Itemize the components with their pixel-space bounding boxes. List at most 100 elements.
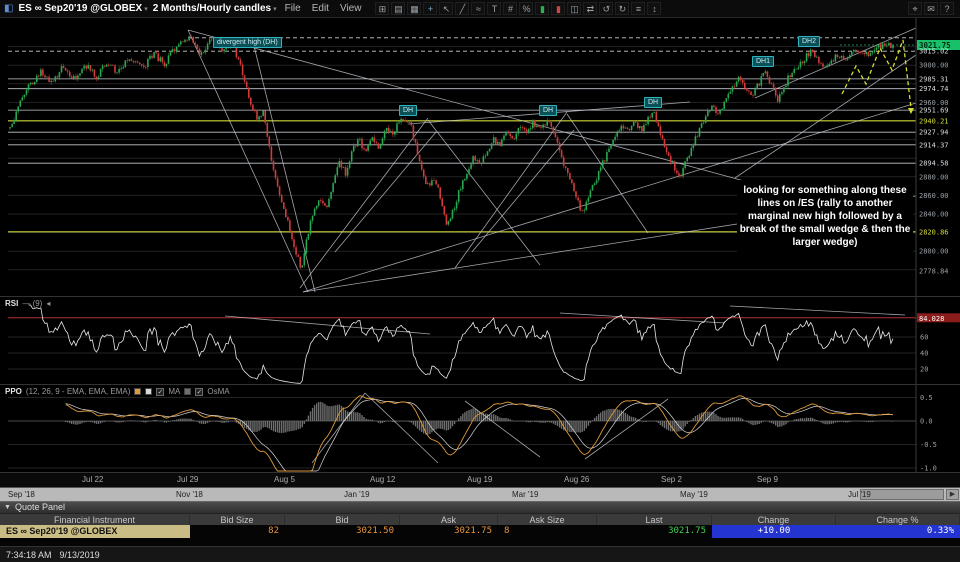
instrument-cell[interactable]: ES ∞ Sep20'19 @GLOBEX xyxy=(0,525,190,538)
divergent-high-label[interactable]: DH xyxy=(539,105,558,116)
symbol-selector[interactable]: ES ∞ Sep20'19 @GLOBEX ▾ xyxy=(18,3,147,14)
divergent-high-label[interactable]: DH1 xyxy=(752,56,775,67)
target-icon[interactable]: ⌖ xyxy=(908,2,922,15)
ppo-plot[interactable]: 0.5 0.0 -0.5 -1.0 xyxy=(0,385,960,472)
timeline-scrollbar[interactable]: ▶ Sep '18 Nov '18 Jan '19 Mar '19 May '19 Jul… xyxy=(0,487,960,501)
text-tool-icon[interactable]: T xyxy=(487,2,502,15)
svg-text:0.5: 0.5 xyxy=(920,394,933,402)
price-chart-panel[interactable]: 3021.75 3015.02 3000.00 2985.31 2974.74 2960.… xyxy=(0,18,960,296)
ppo-title: PPO xyxy=(5,387,22,396)
date-axis-label: Aug 12 xyxy=(370,475,396,484)
col-financial-instrument[interactable]: Financial Instrument xyxy=(0,514,190,525)
quote-panel-header[interactable]: ▼ Quote Panel xyxy=(0,501,960,513)
candle-down-icon[interactable]: ▮ xyxy=(551,2,566,15)
col-ask[interactable]: Ask xyxy=(400,514,498,525)
timeframe-label: 2 Months/Hourly candles xyxy=(152,3,272,14)
split-view-icon[interactable]: ◫ xyxy=(567,2,582,15)
candle-up-icon[interactable]: ▮ xyxy=(535,2,550,15)
col-ask-size[interactable]: Ask Size xyxy=(498,514,597,525)
crosshair-icon[interactable]: + xyxy=(423,2,438,15)
grid-icon[interactable]: ▦ xyxy=(407,2,422,15)
menu-file[interactable]: File xyxy=(282,3,304,14)
col-change[interactable]: Change xyxy=(712,514,836,525)
percent-tool-icon[interactable]: % xyxy=(519,2,534,15)
rsi-panel[interactable]: 60 40 20 84.028 RSI — (9) ◂ xyxy=(0,296,960,384)
scrollbar-date-label: Nov '18 xyxy=(176,490,203,499)
date-axis-label: Sep 9 xyxy=(757,475,778,484)
osma-label: OsMA xyxy=(207,387,230,396)
scrollbar-thumb[interactable] xyxy=(860,489,944,500)
col-bid[interactable]: Bid xyxy=(285,514,400,525)
change-cell: +10.00 xyxy=(712,525,836,538)
quote-columns-header: Financial Instrument Bid Size Bid Ask As… xyxy=(0,513,960,525)
menu-view[interactable]: View xyxy=(337,3,365,14)
svg-text:40: 40 xyxy=(920,350,928,358)
col-change-pct[interactable]: Change % xyxy=(836,514,960,525)
pointer-icon[interactable]: ↖ xyxy=(439,2,454,15)
ppo-line-color-chip[interactable] xyxy=(134,388,142,395)
ask-cell: 3021.75 xyxy=(454,526,492,536)
scrollbar-date-label: Mar '19 xyxy=(512,490,539,499)
toolbar-icon-strip: ⊞ ▤ ▦ + ↖ ╱ ≈ T #% ▮ ▮ ◫ ⇄ ↺ ↻ ≡ ↕ xyxy=(375,2,662,15)
chevron-down-icon: ▾ xyxy=(273,5,277,13)
resize-icon[interactable]: ↕ xyxy=(647,2,662,15)
redo-icon[interactable]: ↻ xyxy=(615,2,630,15)
titlebar: ◧ ES ∞ Sep20'19 @GLOBEX ▾ 2 Months/Hourl… xyxy=(0,0,960,18)
scrollbar-right-arrow-icon[interactable]: ▶ xyxy=(946,489,959,500)
status-bar: 7:34:18 AM 9/13/2019 xyxy=(0,546,960,562)
quote-row[interactable]: ES ∞ Sep20'19 @GLOBEX 82 3021.50 3021.75… xyxy=(0,525,960,538)
date-axis-label: Jul 22 xyxy=(82,475,104,484)
chevron-down-icon: ▾ xyxy=(144,5,148,13)
scrollbar-date-label: Jan '19 xyxy=(344,490,370,499)
date-axis-label: Aug 5 xyxy=(274,475,295,484)
undo-icon[interactable]: ↺ xyxy=(599,2,614,15)
app-icon[interactable]: ◧ xyxy=(4,0,13,18)
divergent-high-label[interactable]: DH xyxy=(644,97,663,108)
hash-tool-icon[interactable]: # xyxy=(503,2,518,15)
collapse-icon[interactable]: ▼ xyxy=(4,502,11,513)
rsi-plot[interactable]: 60 40 20 84.028 xyxy=(0,297,960,384)
ma-label: MA xyxy=(168,387,181,396)
col-bid-size[interactable]: Bid Size xyxy=(190,514,285,525)
wave-tool-icon[interactable]: ≈ xyxy=(471,2,486,15)
timeframe-selector[interactable]: 2 Months/Hourly candles ▾ xyxy=(153,3,277,14)
ma-checkbox[interactable]: ✓ xyxy=(156,387,165,396)
symbol-label: ES ∞ Sep20'19 @GLOBEX xyxy=(18,3,143,14)
scrollbar-date-label: May '19 xyxy=(680,490,708,499)
annotation-note[interactable]: looking for something along these lines … xyxy=(737,180,913,253)
collapse-indicator-icon[interactable]: ◂ xyxy=(46,299,50,308)
last-cell: 3021.75 xyxy=(668,526,706,536)
ppo-panel[interactable]: 0.5 0.0 -0.5 -1.0 PPO (12, 26, 9 - EMA, EMA… xyxy=(0,384,960,472)
chart-annotations-layer: divergent high (DH) DH DH DH DH1 DH2 xyxy=(0,18,960,296)
col-last[interactable]: Last xyxy=(597,514,712,525)
titlebar-right-icons: ⌖ ✉? xyxy=(908,2,954,15)
ppo-signal-color-chip[interactable] xyxy=(145,388,153,395)
svg-text:-1.0: -1.0 xyxy=(920,465,937,473)
divergent-high-label[interactable]: DH xyxy=(399,105,418,116)
compare-icon[interactable]: ⇄ xyxy=(583,2,598,15)
svg-text:84.028: 84.028 xyxy=(919,315,944,323)
change-pct-cell: 0.33% xyxy=(836,525,960,538)
svg-text:20: 20 xyxy=(920,366,928,374)
date-axis-label: Jul 29 xyxy=(177,475,199,484)
trendline-tool-icon[interactable]: ╱ xyxy=(455,2,470,15)
date-axis-label: Aug 26 xyxy=(564,475,590,484)
menu-edit[interactable]: Edit xyxy=(309,3,332,14)
divergent-high-label[interactable]: DH2 xyxy=(798,36,821,47)
status-date: 9/13/2019 xyxy=(59,549,100,560)
divergent-high-label[interactable]: divergent high (DH) xyxy=(213,37,282,48)
mail-icon[interactable]: ✉ xyxy=(924,2,938,15)
layout-icon[interactable]: ▤ xyxy=(391,2,406,15)
menu-icon[interactable]: ≡ xyxy=(631,2,646,15)
ppo-legend[interactable]: PPO (12, 26, 9 - EMA, EMA, EMA) ✓ MA ✓ O… xyxy=(5,387,230,396)
help-icon[interactable]: ? xyxy=(940,2,954,15)
quote-panel-spacer xyxy=(0,538,960,546)
date-axis: Jul 22 Jul 29 Aug 5 Aug 12 Aug 19 Aug 26 Sep 2… xyxy=(0,472,960,487)
svg-text:-0.5: -0.5 xyxy=(920,441,937,449)
quote-panel-title: Quote Panel xyxy=(14,502,65,512)
new-window-icon[interactable]: ⊞ xyxy=(375,2,390,15)
osma-color-chip[interactable] xyxy=(184,388,192,395)
rsi-legend[interactable]: RSI — (9) ◂ xyxy=(5,299,50,308)
osma-checkbox[interactable]: ✓ xyxy=(195,387,204,396)
rsi-params: — (9) xyxy=(22,299,43,308)
